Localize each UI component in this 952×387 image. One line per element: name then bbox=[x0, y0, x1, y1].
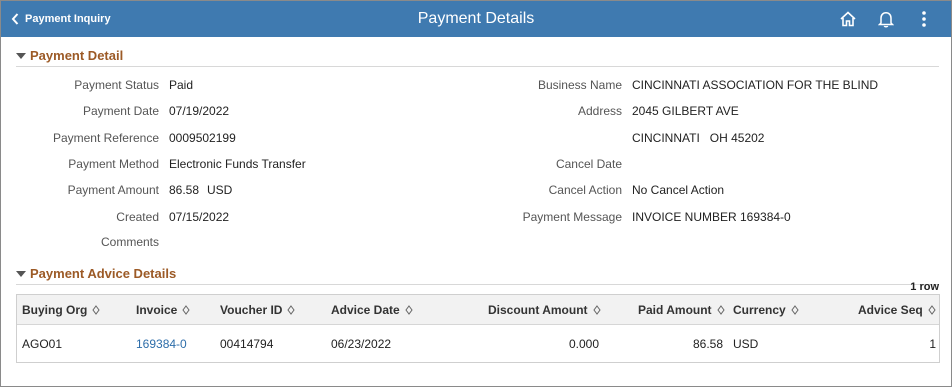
column-header-advice-seq[interactable]: Advice Seq bbox=[858, 295, 936, 325]
page-frame: Payment Inquiry Payment Details Payment … bbox=[0, 0, 952, 387]
payment-advice-grid: Buying Org Invoice Voucher ID Advice Dat… bbox=[16, 294, 940, 363]
sort-icon bbox=[287, 296, 296, 326]
cell-advice-seq: 1 bbox=[929, 337, 936, 351]
page-title: Payment Details bbox=[417, 10, 535, 27]
section-divider bbox=[16, 284, 939, 285]
more-vertical-icon bbox=[922, 11, 926, 27]
created-label: Created bbox=[116, 210, 159, 224]
invoice-link[interactable]: 169384-0 bbox=[136, 337, 187, 351]
cancel-action-label: Cancel Action bbox=[548, 183, 622, 197]
column-header-label: Buying Org bbox=[22, 303, 88, 317]
payment-method-label: Payment Method bbox=[68, 157, 159, 171]
column-header-buying-org[interactable]: Buying Org bbox=[22, 295, 100, 325]
payment-date-value: 07/19/2022 bbox=[169, 104, 230, 118]
column-header-voucher-id[interactable]: Voucher ID bbox=[220, 295, 296, 326]
sort-icon bbox=[405, 296, 413, 326]
payment-amount-value: 86.58 bbox=[169, 183, 200, 197]
grid-row-count: 1 row bbox=[910, 281, 939, 293]
payment-method-value: Electronic Funds Transfer bbox=[169, 157, 306, 171]
cell-paid-amount: 86.58 bbox=[692, 337, 723, 351]
column-header-label: Voucher ID bbox=[220, 303, 283, 317]
payment-detail-title: Payment Detail bbox=[30, 48, 124, 63]
payment-status-value: Paid bbox=[169, 78, 194, 92]
chevron-left-icon bbox=[11, 13, 19, 25]
payment-amount-label: Payment Amount bbox=[67, 183, 159, 197]
cell-discount-amount: 0.000 bbox=[568, 337, 599, 351]
business-name-label: Business Name bbox=[537, 78, 622, 92]
page-banner: Payment Inquiry Payment Details bbox=[1, 1, 951, 37]
column-header-discount-amount[interactable]: Discount Amount bbox=[488, 295, 601, 325]
section-divider bbox=[16, 66, 939, 67]
payment-reference-label: Payment Reference bbox=[52, 131, 159, 145]
actions-menu-button[interactable] bbox=[905, 1, 943, 37]
banner-actions bbox=[829, 1, 943, 37]
sort-icon bbox=[592, 296, 601, 326]
sort-icon bbox=[716, 296, 725, 326]
column-header-label: Advice Seq bbox=[858, 303, 923, 317]
payment-advice-section-toggle[interactable]: Payment Advice Details bbox=[16, 266, 176, 281]
home-button[interactable] bbox=[829, 1, 867, 37]
cell-voucher-id: 00414794 bbox=[220, 337, 274, 351]
column-header-paid-amount[interactable]: Paid Amount bbox=[638, 295, 725, 325]
cancel-action-value: No Cancel Action bbox=[632, 183, 725, 197]
column-header-label: Invoice bbox=[136, 303, 178, 317]
grid-header-row: Buying Org Invoice Voucher ID Advice Dat… bbox=[17, 295, 939, 325]
address-line1-value: 2045 GILBERT AVE bbox=[632, 104, 739, 118]
payment-amount-currency: USD bbox=[207, 183, 233, 197]
address-label: Address bbox=[577, 104, 622, 118]
column-header-advice-date[interactable]: Advice Date bbox=[331, 295, 413, 325]
back-button-label: Payment Inquiry bbox=[25, 13, 111, 25]
collapse-triangle-icon bbox=[16, 52, 26, 59]
sort-icon bbox=[928, 296, 936, 326]
payment-reference-value: 0009502199 bbox=[169, 131, 236, 145]
cell-buying-org: AGO01 bbox=[22, 337, 63, 351]
created-value: 07/15/2022 bbox=[169, 210, 230, 224]
collapse-triangle-icon bbox=[16, 270, 26, 277]
payment-status-label: Payment Status bbox=[74, 78, 159, 92]
back-button[interactable]: Payment Inquiry bbox=[11, 1, 111, 37]
cancel-date-label: Cancel Date bbox=[555, 157, 622, 171]
payment-message-value: INVOICE NUMBER 169384-0 bbox=[632, 210, 791, 224]
payment-date-label: Payment Date bbox=[82, 104, 159, 118]
column-header-invoice[interactable]: Invoice bbox=[136, 295, 190, 325]
cell-invoice: 169384-0 bbox=[136, 325, 187, 363]
column-header-label: Paid Amount bbox=[638, 303, 712, 317]
column-header-currency[interactable]: Currency bbox=[733, 295, 799, 325]
payment-message-label: Payment Message bbox=[522, 210, 622, 224]
column-header-label: Discount Amount bbox=[488, 303, 588, 317]
column-header-label: Advice Date bbox=[331, 303, 400, 317]
address-line2-value: CINCINNATI OH 45202 bbox=[632, 131, 765, 145]
comments-label: Comments bbox=[100, 235, 159, 249]
cell-advice-date: 06/23/2022 bbox=[331, 337, 392, 351]
sort-icon bbox=[92, 296, 100, 326]
column-header-label: Currency bbox=[733, 303, 786, 317]
sort-icon bbox=[182, 296, 190, 326]
bell-icon bbox=[878, 12, 894, 28]
payment-detail-section-toggle[interactable]: Payment Detail bbox=[16, 48, 123, 63]
home-icon bbox=[840, 11, 856, 27]
cell-currency: USD bbox=[733, 337, 759, 351]
business-name-value: CINCINNATI ASSOCIATION FOR THE BLIND bbox=[632, 78, 879, 92]
sort-icon bbox=[791, 296, 799, 326]
notifications-button[interactable] bbox=[867, 1, 905, 37]
payment-advice-title: Payment Advice Details bbox=[30, 266, 177, 281]
